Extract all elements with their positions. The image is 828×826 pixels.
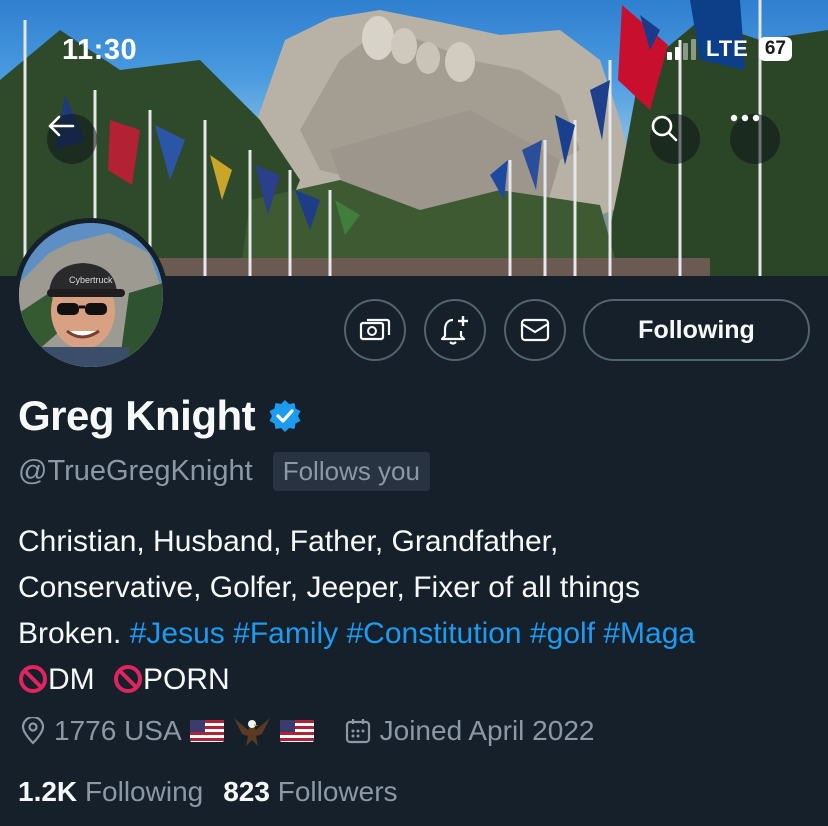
search-icon [651,115,678,142]
bio-text: Broken. [18,617,122,650]
bio-line: Conservative, Golfer, Jeeper, Fixer of a… [18,571,640,604]
ellipsis-icon [730,114,760,122]
followers-stat-link[interactable]: 823 Followers [223,776,397,808]
bio-line: Christian, Husband, Father, Grandfather, [18,525,559,558]
battery-level: 67 [758,37,792,61]
profile-stats: 1.2K Following 823 Followers [18,776,398,808]
follows-you-badge: Follows you [272,452,430,491]
hashtag-link[interactable]: #Jesus [130,617,225,650]
bell-plus-icon [440,316,468,345]
following-label: Following [84,776,204,807]
avatar[interactable]: Cybertruck [14,218,168,372]
bio-dm: DM [48,663,95,696]
message-button[interactable] [504,299,566,361]
bio-line: DM PORN [18,657,818,703]
signal-icon [666,38,696,60]
us-flag-icon [189,720,224,742]
notifications-button[interactable] [424,299,486,361]
prohibited-icon [19,665,47,693]
avatar-image: Cybertruck [19,223,163,367]
join-date: Joined April 2022 [344,715,595,747]
followers-count: 823 [223,776,270,807]
status-time: 11:30 [62,34,138,66]
following-count: 1.2K [18,776,78,807]
network-label: LTE [705,36,749,61]
profile-name: Greg Knight [18,392,256,439]
svg-text:Cybertruck: Cybertruck [69,275,113,285]
bio-line: Broken. #Jesus #Family #Constitution #go… [18,611,818,657]
profile-meta: 1776 USA Joined April 2022 [20,714,594,748]
prohibited-icon [114,665,142,693]
following-button[interactable]: Following [583,299,810,361]
hashtag-link[interactable]: #Maga [603,617,695,650]
calendar-icon [345,719,370,744]
hashtag-link[interactable]: #golf [530,617,595,650]
verified-badge-icon[interactable] [267,398,303,434]
search-button[interactable] [650,114,700,164]
bio-porn: PORN [143,663,230,696]
eagle-icon [233,718,270,746]
back-button[interactable] [47,114,97,164]
join-date-text: Joined April 2022 [379,715,595,746]
location: 1776 USA [20,714,314,748]
followers-label: Followers [277,776,398,807]
money-tip-icon [359,318,391,341]
location-pin-icon [21,717,45,745]
location-text: 1776 USA [54,715,182,746]
tip-button[interactable] [344,299,406,361]
handle-row: @TrueGregKnight Follows you [18,452,430,491]
profile-bio: Christian, Husband, Father, Grandfather,… [18,519,818,703]
profile-handle: @TrueGregKnight [18,455,253,487]
more-button[interactable] [730,114,780,164]
profile-name-row: Greg Knight [18,392,303,440]
status-indicators: LTE 67 [666,36,792,62]
arrow-left-icon [48,115,75,137]
hashtag-link[interactable]: #Family [233,617,338,650]
us-flag-icon [279,720,314,742]
hashtag-link[interactable]: #Constitution [347,617,522,650]
envelope-icon [520,318,550,342]
following-stat-link[interactable]: 1.2K Following [18,776,203,808]
